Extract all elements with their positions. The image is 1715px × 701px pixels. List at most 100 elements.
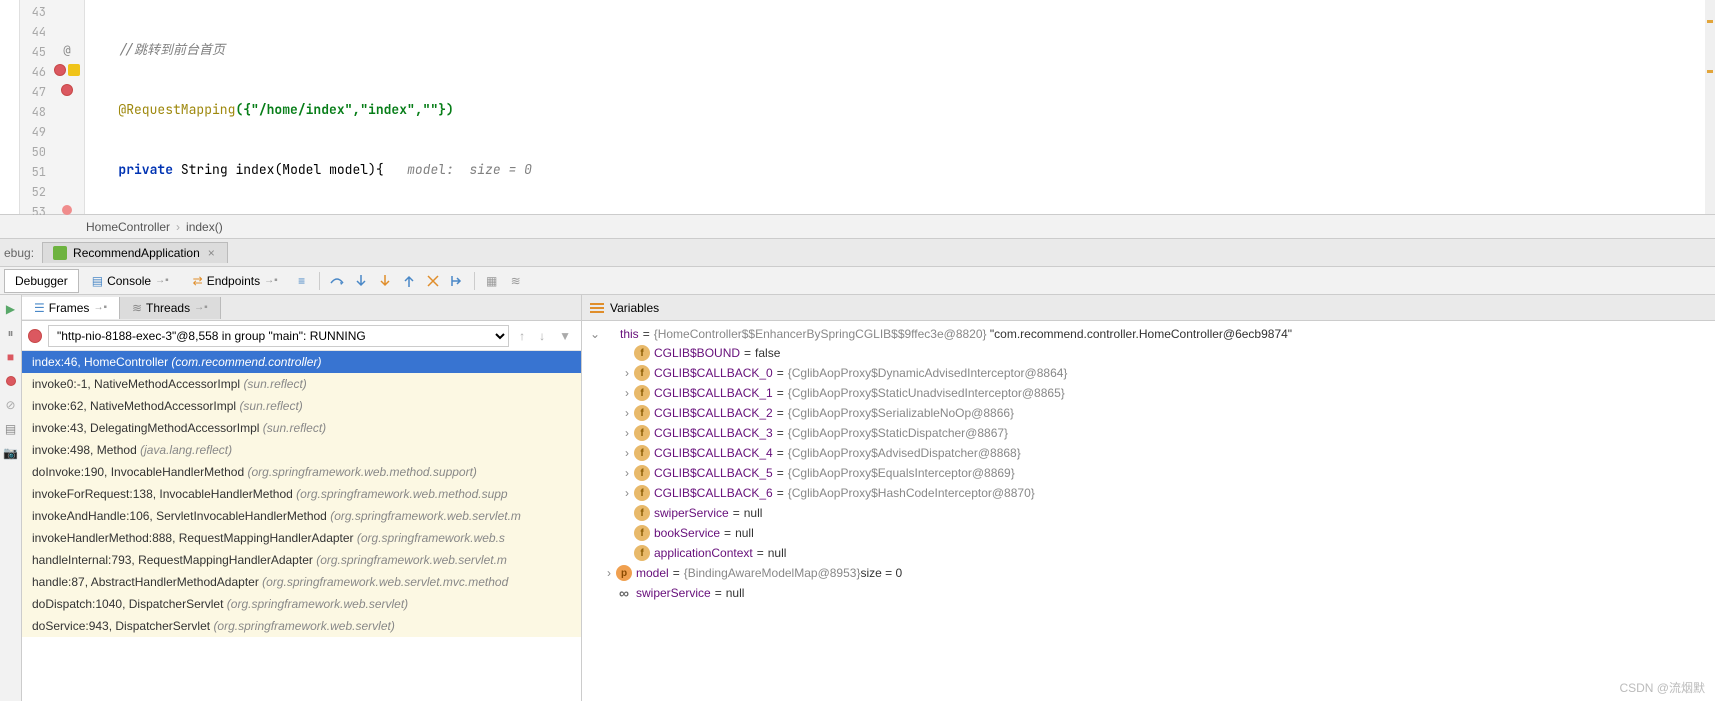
show-execution-point-button[interactable]: ≡: [291, 270, 313, 292]
expand-toggle-icon[interactable]: [620, 366, 634, 380]
field-icon: f: [634, 365, 650, 381]
filter-frames-button[interactable]: ▼: [555, 329, 575, 343]
drop-frame-button[interactable]: [422, 270, 444, 292]
stack-frame[interactable]: invokeHandlerMethod:888, RequestMappingH…: [22, 527, 581, 549]
expand-toggle-icon[interactable]: [620, 486, 634, 500]
variable-row[interactable]: fCGLIB$CALLBACK_1 = {CglibAopProxy$Stati…: [582, 383, 1715, 403]
stack-frame[interactable]: invokeForRequest:138, InvocableHandlerMe…: [22, 483, 581, 505]
step-over-button[interactable]: [326, 270, 348, 292]
pause-button[interactable]: ⏸: [3, 325, 19, 341]
annotation: @RequestMapping: [118, 101, 235, 118]
stop-button[interactable]: ■: [3, 349, 19, 365]
variable-name: CGLIB$CALLBACK_5: [654, 466, 773, 480]
prev-frame-button[interactable]: ↑: [515, 329, 529, 343]
line-number[interactable]: 48: [20, 102, 46, 122]
variable-row-this[interactable]: this = {HomeController$$EnhancerBySpring…: [582, 325, 1715, 343]
force-step-into-button[interactable]: [374, 270, 396, 292]
tab-endpoints[interactable]: ⇄Endpoints→▪: [182, 269, 289, 293]
pin-icon: →▪: [155, 275, 169, 286]
stack-frame[interactable]: doDispatch:1040, DispatcherServlet (org.…: [22, 593, 581, 615]
line-number[interactable]: 51: [20, 162, 46, 182]
expand-toggle-icon[interactable]: [620, 426, 634, 440]
stack-frame[interactable]: invoke0:-1, NativeMethodAccessorImpl (su…: [22, 373, 581, 395]
line-number[interactable]: 46: [20, 62, 46, 82]
tab-frames[interactable]: ☰Frames→▪: [22, 297, 120, 319]
variable-row[interactable]: fCGLIB$CALLBACK_6 = {CglibAopProxy$HashC…: [582, 483, 1715, 503]
stack-frame[interactable]: doInvoke:190, InvocableHandlerMethod (or…: [22, 461, 581, 483]
stack-frame[interactable]: invoke:62, NativeMethodAccessorImpl (sun…: [22, 395, 581, 417]
field-icon: f: [634, 385, 650, 401]
expand-toggle-icon[interactable]: [620, 406, 634, 420]
line-number[interactable]: 47: [20, 82, 46, 102]
step-into-button[interactable]: [350, 270, 372, 292]
expand-toggle-icon[interactable]: [620, 466, 634, 480]
expand-toggle-icon[interactable]: [620, 446, 634, 460]
variable-row[interactable]: fapplicationContext = null: [582, 543, 1715, 563]
variable-row-swiperservice[interactable]: ∞ swiperService = null: [582, 583, 1715, 603]
stack-frame[interactable]: invoke:498, Method (java.lang.reflect): [22, 439, 581, 461]
breadcrumb-class[interactable]: HomeController: [86, 220, 170, 234]
field-icon: f: [634, 485, 650, 501]
variable-name: swiperService: [654, 506, 729, 520]
step-out-button[interactable]: [398, 270, 420, 292]
override-icon[interactable]: @: [63, 43, 70, 57]
line-number[interactable]: 44: [20, 22, 46, 42]
variable-row[interactable]: fCGLIB$CALLBACK_4 = {CglibAopProxy$Advis…: [582, 443, 1715, 463]
line-number[interactable]: 49: [20, 122, 46, 142]
field-icon: f: [634, 525, 650, 541]
variable-row[interactable]: fCGLIB$CALLBACK_0 = {CglibAopProxy$Dynam…: [582, 363, 1715, 383]
frames-list[interactable]: index:46, HomeController (com.recommend.…: [22, 351, 581, 701]
run-to-cursor-button[interactable]: [446, 270, 468, 292]
camera-icon[interactable]: 📷: [3, 445, 19, 461]
line-number[interactable]: 50: [20, 142, 46, 162]
settings-button[interactable]: ▤: [3, 421, 19, 437]
tab-console[interactable]: ▤Console→▪: [81, 269, 180, 293]
variable-row[interactable]: fCGLIB$CALLBACK_3 = {CglibAopProxy$Stati…: [582, 423, 1715, 443]
expand-toggle-icon[interactable]: [602, 566, 616, 580]
breakpoint-icon[interactable]: [54, 64, 66, 76]
chevron-right-icon: ›: [176, 220, 180, 234]
code-text-area[interactable]: //跳转到前台首页 @RequestMapping({"/home/index"…: [85, 0, 1715, 214]
variable-value: {CglibAopProxy$AdvisedDispatcher@8868}: [788, 446, 1021, 460]
variable-row[interactable]: fCGLIB$CALLBACK_5 = {CglibAopProxy$Equal…: [582, 463, 1715, 483]
view-breakpoints-button[interactable]: [3, 373, 19, 389]
stack-frame[interactable]: invokeAndHandle:106, ServletInvocableHan…: [22, 505, 581, 527]
run-config-tab[interactable]: RecommendApplication ×: [42, 242, 228, 263]
variable-row[interactable]: fbookService = null: [582, 523, 1715, 543]
stack-frame[interactable]: handleInternal:793, RequestMappingHandle…: [22, 549, 581, 571]
tab-debugger[interactable]: Debugger: [4, 269, 79, 293]
trace-current-stream-button[interactable]: ≋: [505, 270, 527, 292]
breakpoint-icon[interactable]: [61, 84, 73, 96]
variable-row[interactable]: fCGLIB$BOUND = false: [582, 343, 1715, 363]
expand-toggle-icon[interactable]: [588, 327, 602, 341]
variable-name: CGLIB$CALLBACK_0: [654, 366, 773, 380]
variables-tree[interactable]: this = {HomeController$$EnhancerBySpring…: [582, 321, 1715, 701]
line-number[interactable]: 43: [20, 2, 46, 22]
stack-frame[interactable]: handle:87, AbstractHandlerMethodAdapter …: [22, 571, 581, 593]
variable-row-model[interactable]: p model = {BindingAwareModelMap@8953} si…: [582, 563, 1715, 583]
variable-row[interactable]: fswiperService = null: [582, 503, 1715, 523]
variable-row[interactable]: fCGLIB$CALLBACK_2 = {CglibAopProxy$Seria…: [582, 403, 1715, 423]
next-frame-button[interactable]: ↓: [535, 329, 549, 343]
method-marker-icon[interactable]: [62, 205, 72, 215]
variable-name: CGLIB$CALLBACK_6: [654, 486, 773, 500]
evaluate-expression-button[interactable]: ▦: [481, 270, 503, 292]
line-number[interactable]: 45: [20, 42, 46, 62]
intention-bulb-icon[interactable]: [68, 64, 80, 76]
stack-frame[interactable]: index:46, HomeController (com.recommend.…: [22, 351, 581, 373]
breadcrumb-method[interactable]: index(): [186, 220, 223, 234]
variable-name: swiperService: [636, 586, 711, 600]
method-name: index: [235, 161, 274, 178]
resume-button[interactable]: ▶: [3, 301, 19, 317]
editor-scrollbar[interactable]: [1705, 0, 1715, 214]
expand-toggle-icon[interactable]: [620, 386, 634, 400]
mute-breakpoints-button[interactable]: ⊘: [3, 397, 19, 413]
thread-selector[interactable]: "http-nio-8188-exec-3"@8,558 in group "m…: [48, 325, 509, 347]
variable-value: null: [768, 546, 787, 560]
tab-threads[interactable]: ≋Threads→▪: [120, 297, 221, 319]
line-number[interactable]: 52: [20, 182, 46, 202]
stack-frame[interactable]: invoke:43, DelegatingMethodAccessorImpl …: [22, 417, 581, 439]
variable-value: {HomeController$$EnhancerBySpringCGLIB$$…: [654, 327, 987, 341]
close-icon[interactable]: ×: [206, 246, 217, 260]
stack-frame[interactable]: doService:943, DispatcherServlet (org.sp…: [22, 615, 581, 637]
